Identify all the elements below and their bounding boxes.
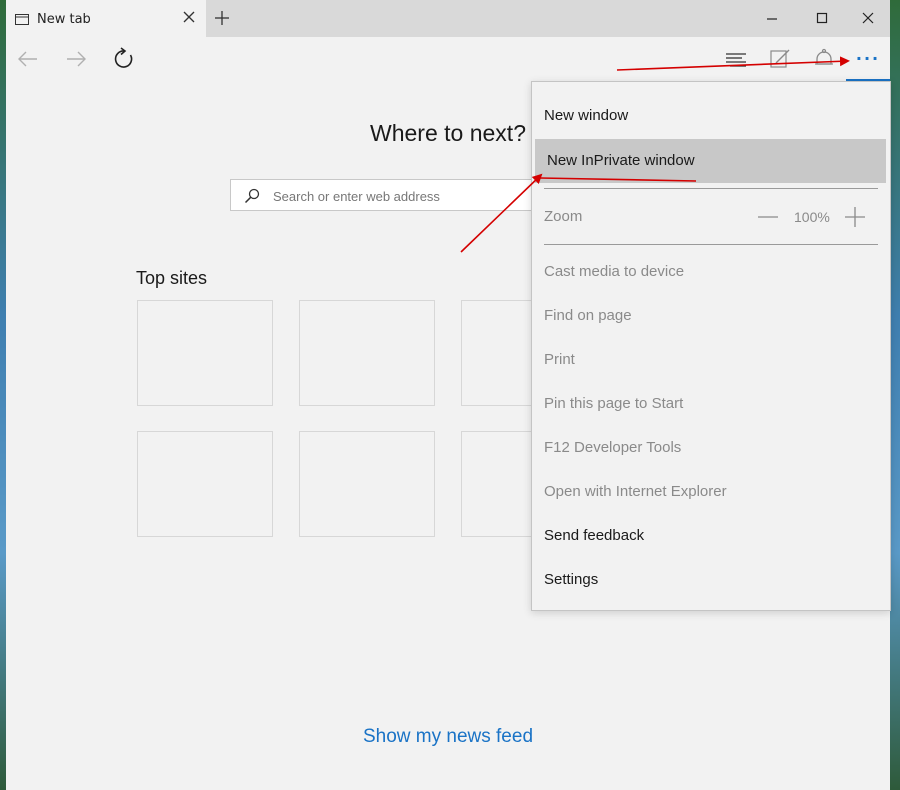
- arrow-left-icon[interactable]: [16, 47, 40, 71]
- menu-item-developer-tools[interactable]: F12 Developer Tools: [532, 426, 890, 470]
- menu-item-print[interactable]: Print: [532, 338, 890, 382]
- top-site-tile[interactable]: [299, 431, 435, 537]
- pen-icon[interactable]: [768, 47, 792, 71]
- show-news-feed-link[interactable]: Show my news feed: [6, 726, 890, 748]
- zoom-in-icon[interactable]: [844, 206, 866, 228]
- more-dots-icon: ···: [855, 49, 881, 68]
- menu-item-open-with-ie[interactable]: Open with Internet Explorer: [532, 470, 890, 514]
- maximize-icon[interactable]: [812, 8, 832, 28]
- menu-item-cast-media[interactable]: Cast media to device: [532, 250, 890, 294]
- menu-item-settings[interactable]: Settings: [532, 558, 890, 602]
- top-site-tile[interactable]: [299, 300, 435, 406]
- search-icon: [244, 188, 260, 204]
- menu-separator: [544, 188, 878, 189]
- top-site-tile[interactable]: [137, 300, 273, 406]
- zoom-row: Zoom 100%: [532, 195, 890, 239]
- new-tab-plus-icon[interactable]: [212, 8, 232, 28]
- zoom-label: Zoom: [544, 208, 583, 225]
- zoom-out-icon[interactable]: [756, 207, 780, 227]
- minimize-icon[interactable]: [762, 8, 782, 28]
- menu-item-new-window[interactable]: New window: [532, 94, 890, 138]
- tab-new-tab[interactable]: New tab: [6, 0, 206, 37]
- notification-icon[interactable]: [812, 47, 836, 71]
- zoom-value: 100%: [794, 209, 830, 225]
- menu-item-pin-to-start[interactable]: Pin this page to Start: [532, 382, 890, 426]
- top-site-tile[interactable]: [137, 431, 273, 537]
- more-actions-menu: New window New InPrivate window Zoom 100…: [531, 81, 891, 611]
- menu-item-send-feedback[interactable]: Send feedback: [532, 514, 890, 558]
- window-close-icon[interactable]: [858, 8, 878, 28]
- menu-separator: [544, 244, 878, 245]
- hub-icon[interactable]: [724, 47, 748, 71]
- tab-close-icon[interactable]: [182, 10, 196, 24]
- menu-item-new-inprivate-window[interactable]: New InPrivate window: [535, 139, 886, 183]
- tab-bar: New tab: [6, 0, 890, 37]
- refresh-icon[interactable]: [112, 47, 136, 71]
- top-sites-label: Top sites: [136, 268, 208, 288]
- arrow-right-icon[interactable]: [64, 47, 88, 71]
- menu-item-find-on-page[interactable]: Find on page: [532, 294, 890, 338]
- tab-title: New tab: [37, 12, 91, 27]
- more-actions-button[interactable]: ···: [846, 37, 890, 81]
- page-icon: [15, 14, 29, 25]
- navigation-bar: ···: [6, 37, 890, 81]
